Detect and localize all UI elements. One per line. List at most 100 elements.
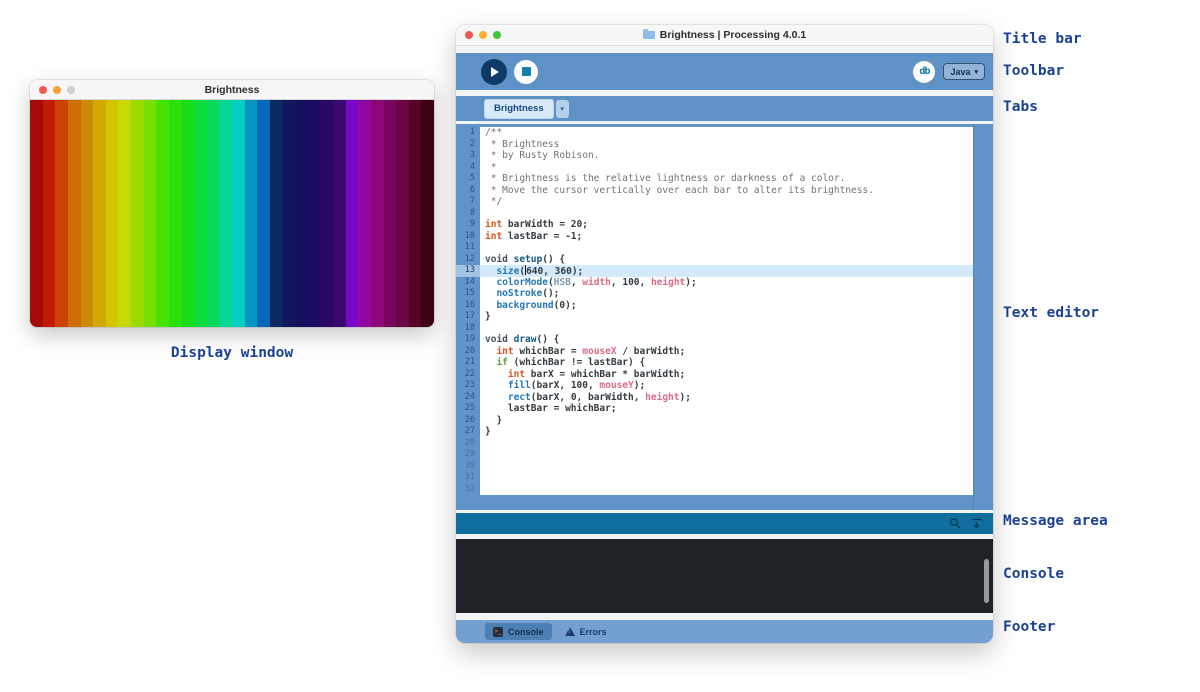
line-number: 32 bbox=[456, 484, 480, 496]
run-button[interactable] bbox=[481, 59, 507, 85]
processing-window: Brightness | Processing 4.0.1 db Java ▾ bbox=[456, 25, 993, 643]
code-line bbox=[480, 208, 973, 220]
color-bar bbox=[131, 100, 144, 327]
line-number: 26 bbox=[456, 415, 480, 427]
toolbar: db Java ▾ bbox=[456, 53, 993, 90]
code-line: int barX = whichBar * barWidth; bbox=[480, 369, 973, 381]
line-number: 6 bbox=[456, 185, 480, 197]
line-number: 22 bbox=[456, 369, 480, 381]
code-line: int whichBar = mouseX / barWidth; bbox=[480, 346, 973, 358]
color-bar bbox=[144, 100, 157, 327]
errors-tab-button[interactable]: Errors bbox=[565, 627, 607, 637]
line-number: 1 bbox=[456, 127, 480, 139]
console-scrollbar[interactable] bbox=[984, 559, 989, 603]
code-line: colorMode(HSB, width, 100, height); bbox=[480, 277, 973, 289]
color-bar bbox=[156, 100, 169, 327]
code-line bbox=[480, 438, 973, 450]
console-tab-button[interactable]: >_ Console bbox=[485, 623, 552, 640]
code-line: * Brightness bbox=[480, 139, 973, 151]
line-number: 23 bbox=[456, 380, 480, 392]
stop-button[interactable] bbox=[514, 60, 538, 84]
code-line: background(0); bbox=[480, 300, 973, 312]
debug-button[interactable]: db bbox=[913, 61, 935, 83]
color-bar bbox=[346, 100, 359, 327]
code-line: void draw() { bbox=[480, 334, 973, 346]
code-line: } bbox=[480, 311, 973, 323]
display-window: Brightness bbox=[30, 80, 434, 327]
color-bar bbox=[257, 100, 270, 327]
line-number: 10 bbox=[456, 231, 480, 243]
console-collapse-icon[interactable] bbox=[970, 517, 983, 530]
code-line bbox=[480, 484, 973, 496]
editor-code-area[interactable]: /** * Brightness * by Rusty Robison. * *… bbox=[480, 127, 973, 495]
code-line: } bbox=[480, 426, 973, 438]
display-window-titlebar[interactable]: Brightness bbox=[30, 80, 434, 100]
color-bar bbox=[118, 100, 131, 327]
line-number: 31 bbox=[456, 472, 480, 484]
code-line bbox=[480, 472, 973, 484]
annotation-title-bar: Title bar bbox=[1003, 31, 1082, 47]
color-bar bbox=[30, 100, 43, 327]
text-editor[interactable]: 1234567891011121314151617181920212223242… bbox=[456, 124, 993, 510]
code-line: int lastBar = -1; bbox=[480, 231, 973, 243]
color-bar bbox=[270, 100, 283, 327]
code-line: noStroke(); bbox=[480, 288, 973, 300]
console-tab-label: Console bbox=[508, 627, 544, 637]
line-number: 15 bbox=[456, 288, 480, 300]
color-bar bbox=[106, 100, 119, 327]
code-line: * by Rusty Robison. bbox=[480, 150, 973, 162]
line-number: 19 bbox=[456, 334, 480, 346]
errors-tab-label: Errors bbox=[580, 627, 607, 637]
ide-titlebar[interactable]: Brightness | Processing 4.0.1 bbox=[456, 25, 993, 46]
code-line bbox=[480, 242, 973, 254]
code-line: * Move the cursor vertically over each b… bbox=[480, 185, 973, 197]
code-line bbox=[480, 461, 973, 473]
code-line: size(640, 360); bbox=[480, 265, 973, 277]
line-number: 8 bbox=[456, 208, 480, 220]
line-number: 11 bbox=[456, 242, 480, 254]
editor-scrollbar[interactable] bbox=[973, 124, 993, 510]
color-bar bbox=[194, 100, 207, 327]
tab-brightness[interactable]: Brightness bbox=[484, 99, 554, 119]
color-bar bbox=[371, 100, 384, 327]
color-bar bbox=[358, 100, 371, 327]
display-window-label: Display window bbox=[30, 345, 434, 361]
color-bar bbox=[93, 100, 106, 327]
color-bar bbox=[421, 100, 434, 327]
tab-menu-button[interactable]: ▾ bbox=[556, 100, 569, 118]
line-number: 3 bbox=[456, 150, 480, 162]
line-number: 2 bbox=[456, 139, 480, 151]
play-icon bbox=[491, 67, 499, 77]
mode-label: Java bbox=[950, 67, 970, 77]
chevron-down-icon: ▾ bbox=[974, 68, 978, 76]
line-number: 29 bbox=[456, 449, 480, 461]
ide-window-title: Brightness | Processing 4.0.1 bbox=[456, 29, 993, 41]
code-line: if (whichBar != lastBar) { bbox=[480, 357, 973, 369]
console-panel[interactable] bbox=[456, 539, 993, 613]
code-line: } bbox=[480, 415, 973, 427]
color-bar bbox=[333, 100, 346, 327]
code-line: * Brightness is the relative lightness o… bbox=[480, 173, 973, 185]
mode-selector[interactable]: Java ▾ bbox=[943, 63, 985, 80]
annotation-tabs: Tabs bbox=[1003, 99, 1038, 115]
line-number: 17 bbox=[456, 311, 480, 323]
line-number: 18 bbox=[456, 323, 480, 335]
tab-bar: Brightness ▾ bbox=[456, 96, 993, 121]
sketch-canvas[interactable] bbox=[30, 100, 434, 327]
search-icon[interactable] bbox=[949, 517, 962, 530]
line-number: 4 bbox=[456, 162, 480, 174]
line-number: 7 bbox=[456, 196, 480, 208]
color-bar bbox=[245, 100, 258, 327]
color-bar bbox=[396, 100, 409, 327]
editor-gutter: 1234567891011121314151617181920212223242… bbox=[456, 127, 480, 495]
annotation-message-area: Message area bbox=[1003, 513, 1108, 529]
color-bar bbox=[232, 100, 245, 327]
color-bar bbox=[308, 100, 321, 327]
code-line bbox=[480, 323, 973, 335]
color-bar bbox=[169, 100, 182, 327]
annotation-text-editor: Text editor bbox=[1003, 305, 1099, 321]
annotation-footer: Footer bbox=[1003, 619, 1055, 635]
color-bar bbox=[68, 100, 81, 327]
annotation-console: Console bbox=[1003, 566, 1064, 582]
code-line: */ bbox=[480, 196, 973, 208]
